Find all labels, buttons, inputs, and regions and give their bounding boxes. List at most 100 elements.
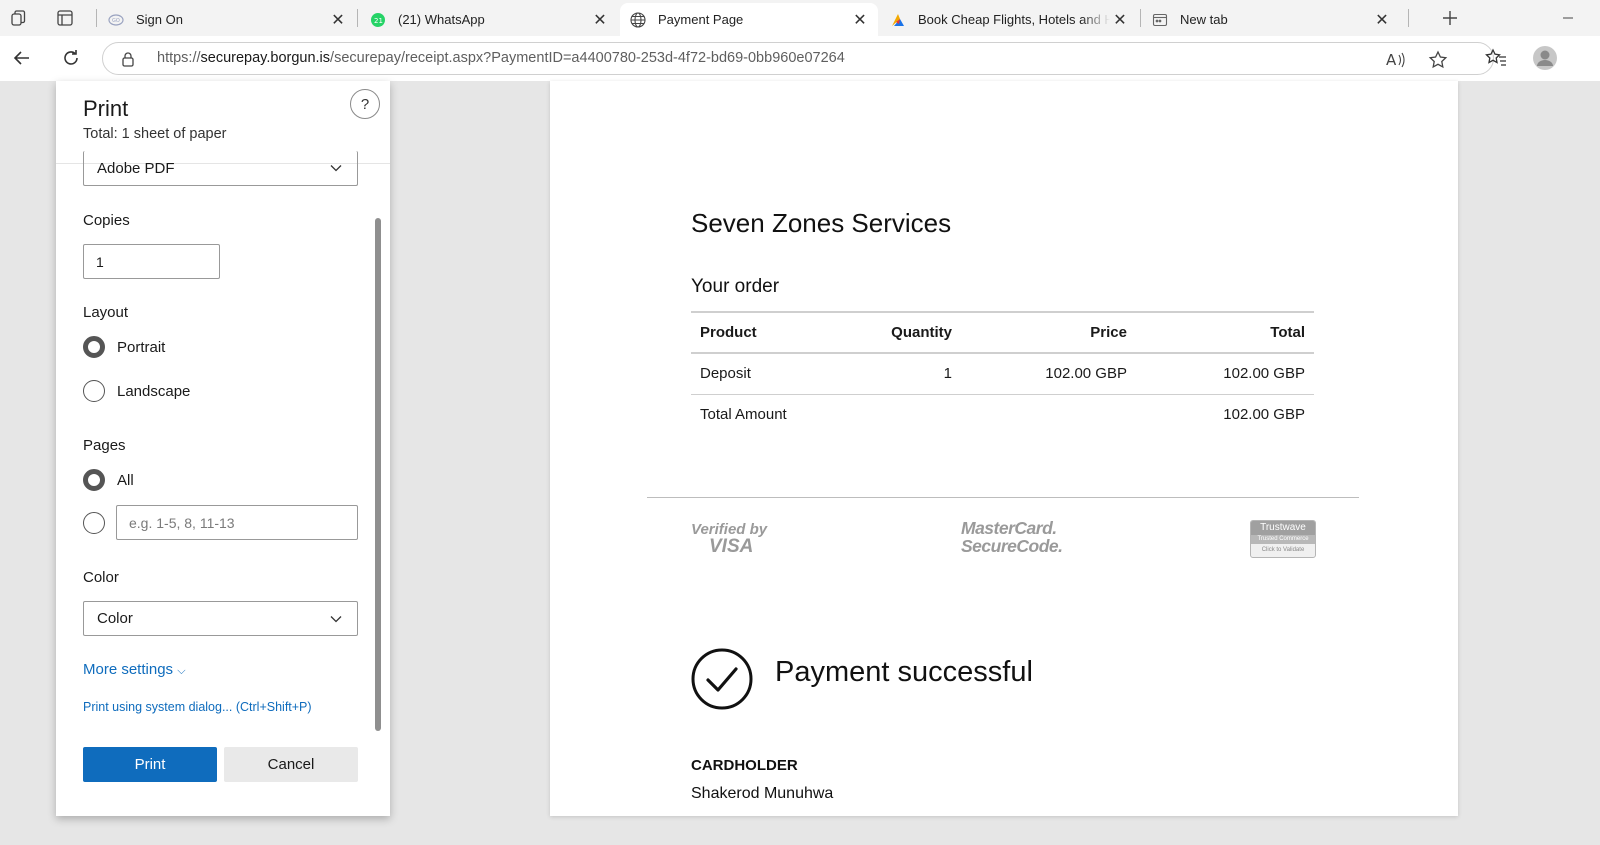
- tab-book-flights[interactable]: Book Cheap Flights, Hotels and H ✕: [880, 3, 1138, 36]
- new-tab-icon: [1152, 12, 1168, 28]
- close-icon[interactable]: ✕: [328, 10, 348, 30]
- lock-icon[interactable]: [121, 51, 135, 72]
- trustwave-name: Trustwave: [1251, 521, 1315, 535]
- url-host: securepay.borgun.is: [200, 50, 331, 66]
- product-cell: Deposit: [691, 352, 861, 394]
- omnibox[interactable]: https://securepay.borgun.is/securepay/re…: [102, 42, 1494, 75]
- svg-text:21: 21: [374, 17, 383, 25]
- empty-cell: [961, 393, 1136, 434]
- trustwave-validate: Click to Validate: [1261, 547, 1305, 553]
- new-tab-plus-icon[interactable]: [1438, 6, 1462, 30]
- price-cell: 102.00 GBP: [961, 352, 1136, 394]
- print-sheet-count: Total: 1 sheet of paper: [83, 126, 227, 142]
- minimize-icon[interactable]: [1556, 6, 1580, 30]
- mastercard-securecode-logo: MasterCard. SecureCode.: [961, 518, 1063, 555]
- refresh-icon[interactable]: [57, 44, 85, 72]
- close-icon[interactable]: ✕: [850, 10, 870, 30]
- tab-title: Book Cheap Flights, Hotels and H: [918, 12, 1110, 27]
- tab-whatsapp[interactable]: 21 (21) WhatsApp ✕: [360, 3, 618, 36]
- pages-all-label: All: [117, 471, 134, 489]
- landscape-radio[interactable]: Landscape: [83, 379, 190, 403]
- travel-logo-icon: [890, 12, 906, 28]
- color-select[interactable]: Color: [83, 601, 358, 636]
- close-icon[interactable]: ✕: [1110, 10, 1130, 30]
- order-heading: Your order: [691, 276, 780, 297]
- globe-icon: [630, 11, 646, 28]
- print-button[interactable]: Print: [83, 747, 217, 782]
- tab-title: New tab: [1180, 12, 1228, 27]
- close-icon[interactable]: ✕: [1372, 10, 1392, 30]
- system-dialog-link[interactable]: Print using system dialog... (Ctrl+Shift…: [83, 700, 312, 714]
- tab-separator: [96, 9, 97, 27]
- checkmark-circle-icon: [691, 648, 753, 710]
- print-preview-page: Seven Zones Services Your order Product …: [550, 81, 1458, 816]
- svg-text:A: A: [1386, 51, 1397, 69]
- mc-line1: MasterCard.: [961, 518, 1057, 538]
- table-row: Deposit 1 102.00 GBP 102.00 GBP: [691, 352, 1314, 394]
- profile-avatar-icon[interactable]: [1531, 44, 1559, 72]
- divider: [647, 497, 1359, 498]
- order-table: Product Quantity Price Total Deposit 1 1…: [691, 311, 1314, 434]
- radio-unchecked[interactable]: [83, 380, 105, 402]
- column-header-total: Total: [1136, 311, 1314, 354]
- tab-new-tab[interactable]: New tab ✕: [1142, 3, 1400, 36]
- tab-sign-on[interactable]: GO Sign On ✕: [98, 3, 356, 36]
- url-prefix: https://: [157, 50, 201, 66]
- close-icon[interactable]: ✕: [590, 10, 610, 30]
- column-header-quantity: Quantity: [861, 311, 961, 354]
- cardholder-label: CARDHOLDER: [691, 757, 798, 774]
- favorites-icon[interactable]: [1482, 44, 1510, 72]
- pages-all-radio[interactable]: All: [83, 468, 134, 492]
- landscape-label: Landscape: [117, 382, 191, 400]
- empty-cell: [861, 393, 961, 434]
- copies-input[interactable]: 1: [83, 244, 220, 279]
- chevron-down-icon: [329, 161, 343, 179]
- pages-range-input[interactable]: e.g. 1-5, 8, 11-13: [116, 505, 358, 540]
- workspaces-icon[interactable]: [7, 6, 31, 30]
- scrollbar-thumb[interactable]: [375, 218, 381, 731]
- printer-value: Adobe PDF: [97, 159, 175, 177]
- back-arrow-icon[interactable]: [8, 44, 36, 72]
- chevron-down-icon: ⌵: [177, 665, 186, 677]
- print-panel: Print Total: 1 sheet of paper ? Adobe PD…: [56, 81, 390, 816]
- portrait-label: Portrait: [117, 338, 166, 356]
- radio-unchecked[interactable]: [83, 512, 105, 534]
- cancel-button[interactable]: Cancel: [224, 747, 358, 782]
- pages-custom-radio[interactable]: [83, 511, 117, 535]
- tab-separator: [357, 9, 358, 27]
- merchant-name: Seven Zones Services: [691, 208, 952, 238]
- globe-ring-icon: GO: [108, 12, 124, 28]
- total-amount-value: 102.00 GBP: [1136, 393, 1314, 434]
- url-text[interactable]: https://securepay.borgun.is/securepay/re…: [157, 50, 845, 66]
- total-amount-label: Total Amount: [691, 393, 861, 434]
- read-aloud-icon[interactable]: A: [1385, 49, 1407, 71]
- tab-payment-page[interactable]: Payment Page ✕: [620, 3, 878, 36]
- scrollbar[interactable]: [372, 213, 382, 735]
- copies-label: Copies: [83, 212, 130, 229]
- color-value: Color: [97, 610, 133, 627]
- visa-line2: VISA: [709, 536, 754, 557]
- help-button[interactable]: ?: [350, 89, 380, 119]
- more-settings-link[interactable]: More settings ⌵: [83, 661, 186, 678]
- printer-select[interactable]: Adobe PDF: [83, 151, 358, 186]
- pages-label: Pages: [83, 437, 126, 454]
- payment-status: Payment successful: [775, 656, 1033, 688]
- print-title: Print: [83, 96, 129, 121]
- radio-checked[interactable]: [83, 336, 105, 358]
- svg-text:GO: GO: [112, 18, 120, 24]
- total-row: Total Amount 102.00 GBP: [691, 393, 1314, 434]
- trustwave-seal-logo[interactable]: Trustwave Trusted Commerce Click to Vali…: [1250, 520, 1316, 558]
- chevron-down-icon: [329, 612, 343, 630]
- tab-title: Payment Page: [658, 12, 744, 27]
- column-header-product: Product: [691, 311, 861, 354]
- whatsapp-icon: 21: [370, 12, 386, 28]
- favorite-star-icon[interactable]: [1427, 49, 1449, 71]
- url-path: /securepay/receipt.aspx?PaymentID=a44007…: [330, 50, 845, 66]
- trustwave-tagline: Trusted Commerce: [1251, 535, 1315, 544]
- tab-title: (21) WhatsApp: [398, 12, 485, 27]
- tab-separator: [1408, 9, 1409, 27]
- vertical-tabs-icon[interactable]: [53, 6, 77, 30]
- radio-checked[interactable]: [83, 469, 105, 491]
- portrait-radio[interactable]: Portrait: [83, 335, 165, 359]
- tab-bar: GO Sign On ✕ 21 (21) WhatsApp ✕ Payment …: [0, 0, 1600, 36]
